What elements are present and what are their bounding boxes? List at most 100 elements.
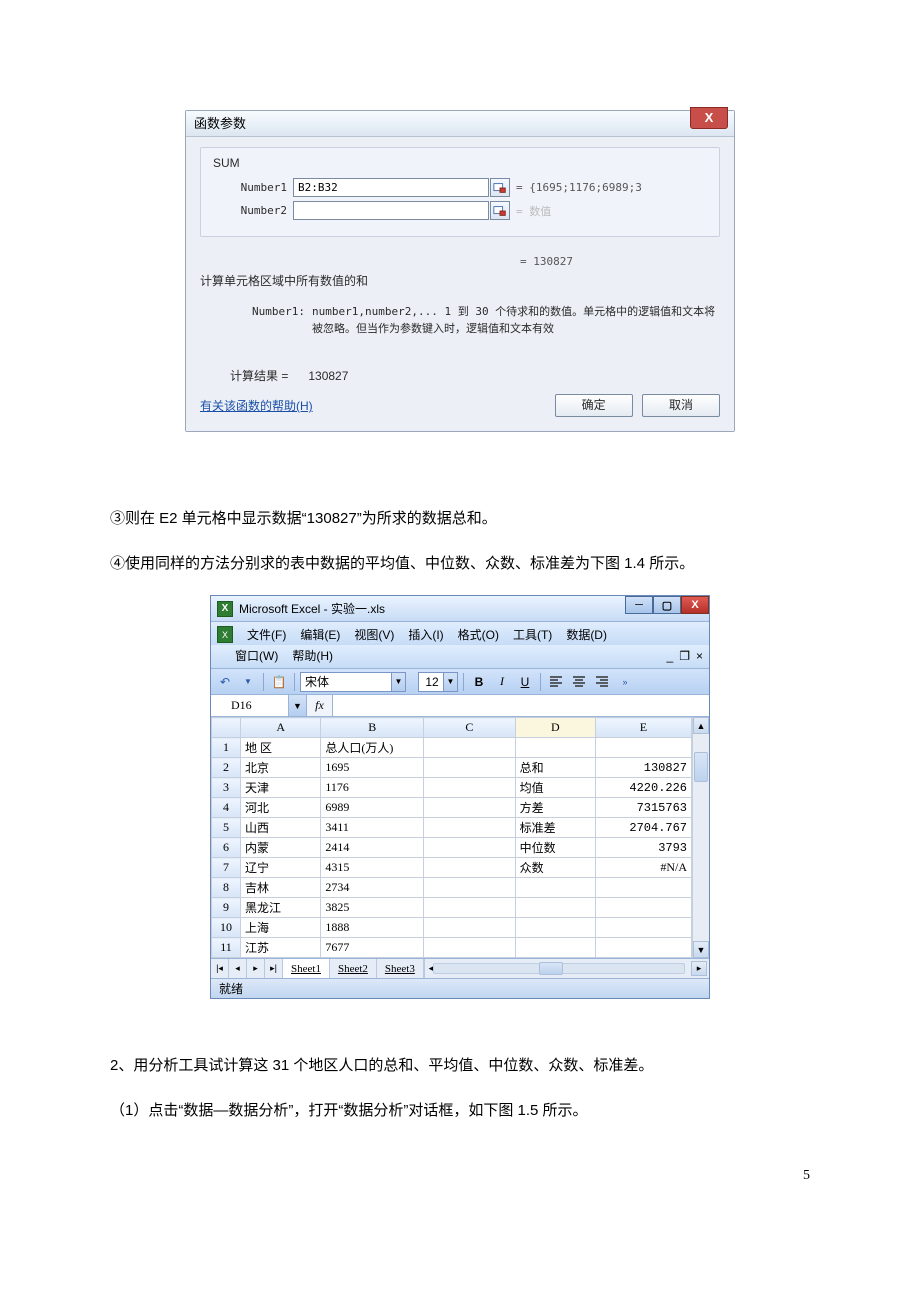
scroll-track[interactable] <box>693 734 709 941</box>
cell[interactable]: 标准差 <box>515 818 595 838</box>
sheet-tab-2[interactable]: Sheet2 <box>330 959 377 978</box>
cell[interactable]: 4220.226 <box>595 778 691 798</box>
cell[interactable]: 总人口(万人) <box>321 738 424 758</box>
close-icon[interactable]: X <box>681 596 709 614</box>
cell[interactable]: #N/A <box>595 858 691 878</box>
cell[interactable] <box>424 898 516 918</box>
cancel-button[interactable]: 取消 <box>642 394 720 417</box>
cell[interactable] <box>515 898 595 918</box>
scroll-down-icon[interactable]: ▼ <box>693 941 709 958</box>
cell[interactable]: 方差 <box>515 798 595 818</box>
cell[interactable]: 2734 <box>321 878 424 898</box>
menu-insert[interactable]: 插入(I) <box>408 626 443 643</box>
row-header[interactable]: 11 <box>212 938 241 958</box>
col-header[interactable]: B <box>321 718 424 738</box>
menu-view[interactable]: 视图(V) <box>354 626 394 643</box>
cell[interactable] <box>595 738 691 758</box>
cell[interactable] <box>424 878 516 898</box>
cell[interactable]: 2414 <box>321 838 424 858</box>
cell[interactable]: 2704.767 <box>595 818 691 838</box>
cell[interactable]: 130827 <box>595 758 691 778</box>
cell[interactable]: 1176 <box>321 778 424 798</box>
range-select-icon[interactable] <box>490 178 510 197</box>
menu-help[interactable]: 帮助(H) <box>292 647 333 664</box>
close-icon[interactable]: X <box>690 107 728 129</box>
cell[interactable]: 1888 <box>321 918 424 938</box>
row-header[interactable]: 7 <box>212 858 241 878</box>
number1-input[interactable] <box>293 178 489 197</box>
paste-icon[interactable]: 📋 <box>269 672 289 692</box>
mdi-restore-icon[interactable]: ❐ <box>679 649 690 663</box>
align-right-icon[interactable] <box>592 672 612 692</box>
cell[interactable] <box>424 918 516 938</box>
toolbar-options-icon[interactable]: » <box>615 672 635 692</box>
mdi-minimize-icon[interactable]: _ <box>667 649 674 663</box>
cell[interactable] <box>595 898 691 918</box>
scroll-right-icon[interactable]: ▸ <box>691 961 707 976</box>
cell[interactable] <box>424 838 516 858</box>
vertical-scrollbar[interactable]: ▲ ▼ <box>692 717 709 958</box>
scroll-up-icon[interactable]: ▲ <box>693 717 709 734</box>
scroll-thumb[interactable] <box>539 962 563 975</box>
cell[interactable] <box>595 878 691 898</box>
col-header[interactable]: E <box>595 718 691 738</box>
cell[interactable]: 1695 <box>321 758 424 778</box>
cell[interactable]: 天津 <box>241 778 321 798</box>
prev-tab-icon[interactable]: ◂ <box>229 959 247 978</box>
cell[interactable]: 3825 <box>321 898 424 918</box>
align-left-icon[interactable] <box>546 672 566 692</box>
select-all-corner[interactable] <box>212 718 241 738</box>
col-header[interactable]: C <box>424 718 516 738</box>
cell[interactable]: 7677 <box>321 938 424 958</box>
cell[interactable]: 北京 <box>241 758 321 778</box>
cell[interactable] <box>424 818 516 838</box>
cell[interactable]: 黑龙江 <box>241 898 321 918</box>
number2-input[interactable] <box>293 201 489 220</box>
align-center-icon[interactable] <box>569 672 589 692</box>
undo-dropdown-icon[interactable]: ▼ <box>238 672 258 692</box>
cell[interactable] <box>515 878 595 898</box>
row-header[interactable]: 5 <box>212 818 241 838</box>
cell[interactable]: 6989 <box>321 798 424 818</box>
cell[interactable] <box>424 938 516 958</box>
col-header[interactable]: A <box>241 718 321 738</box>
col-header[interactable]: D <box>515 718 595 738</box>
formula-input[interactable] <box>333 695 709 716</box>
cell[interactable]: 内蒙 <box>241 838 321 858</box>
cell[interactable] <box>424 738 516 758</box>
row-header[interactable]: 10 <box>212 918 241 938</box>
scroll-thumb[interactable] <box>694 752 708 782</box>
cell[interactable] <box>424 778 516 798</box>
horizontal-scrollbar[interactable]: ◂ ▸ <box>424 959 709 978</box>
cell[interactable]: 辽宁 <box>241 858 321 878</box>
fx-icon[interactable]: fx <box>307 695 333 716</box>
row-header[interactable]: 6 <box>212 838 241 858</box>
ok-button[interactable]: 确定 <box>555 394 633 417</box>
row-header[interactable]: 3 <box>212 778 241 798</box>
cell[interactable] <box>595 918 691 938</box>
cell[interactable] <box>515 938 595 958</box>
name-box[interactable]: D16 ▼ <box>211 695 307 716</box>
cell[interactable]: 总和 <box>515 758 595 778</box>
cell[interactable]: 地 区 <box>241 738 321 758</box>
underline-button[interactable]: U <box>515 672 535 692</box>
maximize-icon[interactable]: ▢ <box>653 596 681 614</box>
cell[interactable]: 中位数 <box>515 838 595 858</box>
spreadsheet-grid[interactable]: A B C D E 1地 区总人口(万人) 2北京1695总和130827 3天… <box>211 717 692 958</box>
range-select-icon[interactable] <box>490 201 510 220</box>
bold-button[interactable]: B <box>469 672 489 692</box>
sheet-tab-1[interactable]: Sheet1 <box>283 959 330 978</box>
cell[interactable]: 众数 <box>515 858 595 878</box>
cell[interactable]: 7315763 <box>595 798 691 818</box>
cell[interactable] <box>595 938 691 958</box>
first-tab-icon[interactable]: |◂ <box>211 959 229 978</box>
menu-edit[interactable]: 编辑(E) <box>300 626 340 643</box>
last-tab-icon[interactable]: ▸| <box>265 959 283 978</box>
cell[interactable]: 均值 <box>515 778 595 798</box>
cell[interactable]: 4315 <box>321 858 424 878</box>
help-link[interactable]: 有关该函数的帮助(H) <box>200 397 313 414</box>
minimize-icon[interactable]: ─ <box>625 596 653 614</box>
cell[interactable]: 上海 <box>241 918 321 938</box>
cell[interactable] <box>424 798 516 818</box>
cell[interactable] <box>515 738 595 758</box>
